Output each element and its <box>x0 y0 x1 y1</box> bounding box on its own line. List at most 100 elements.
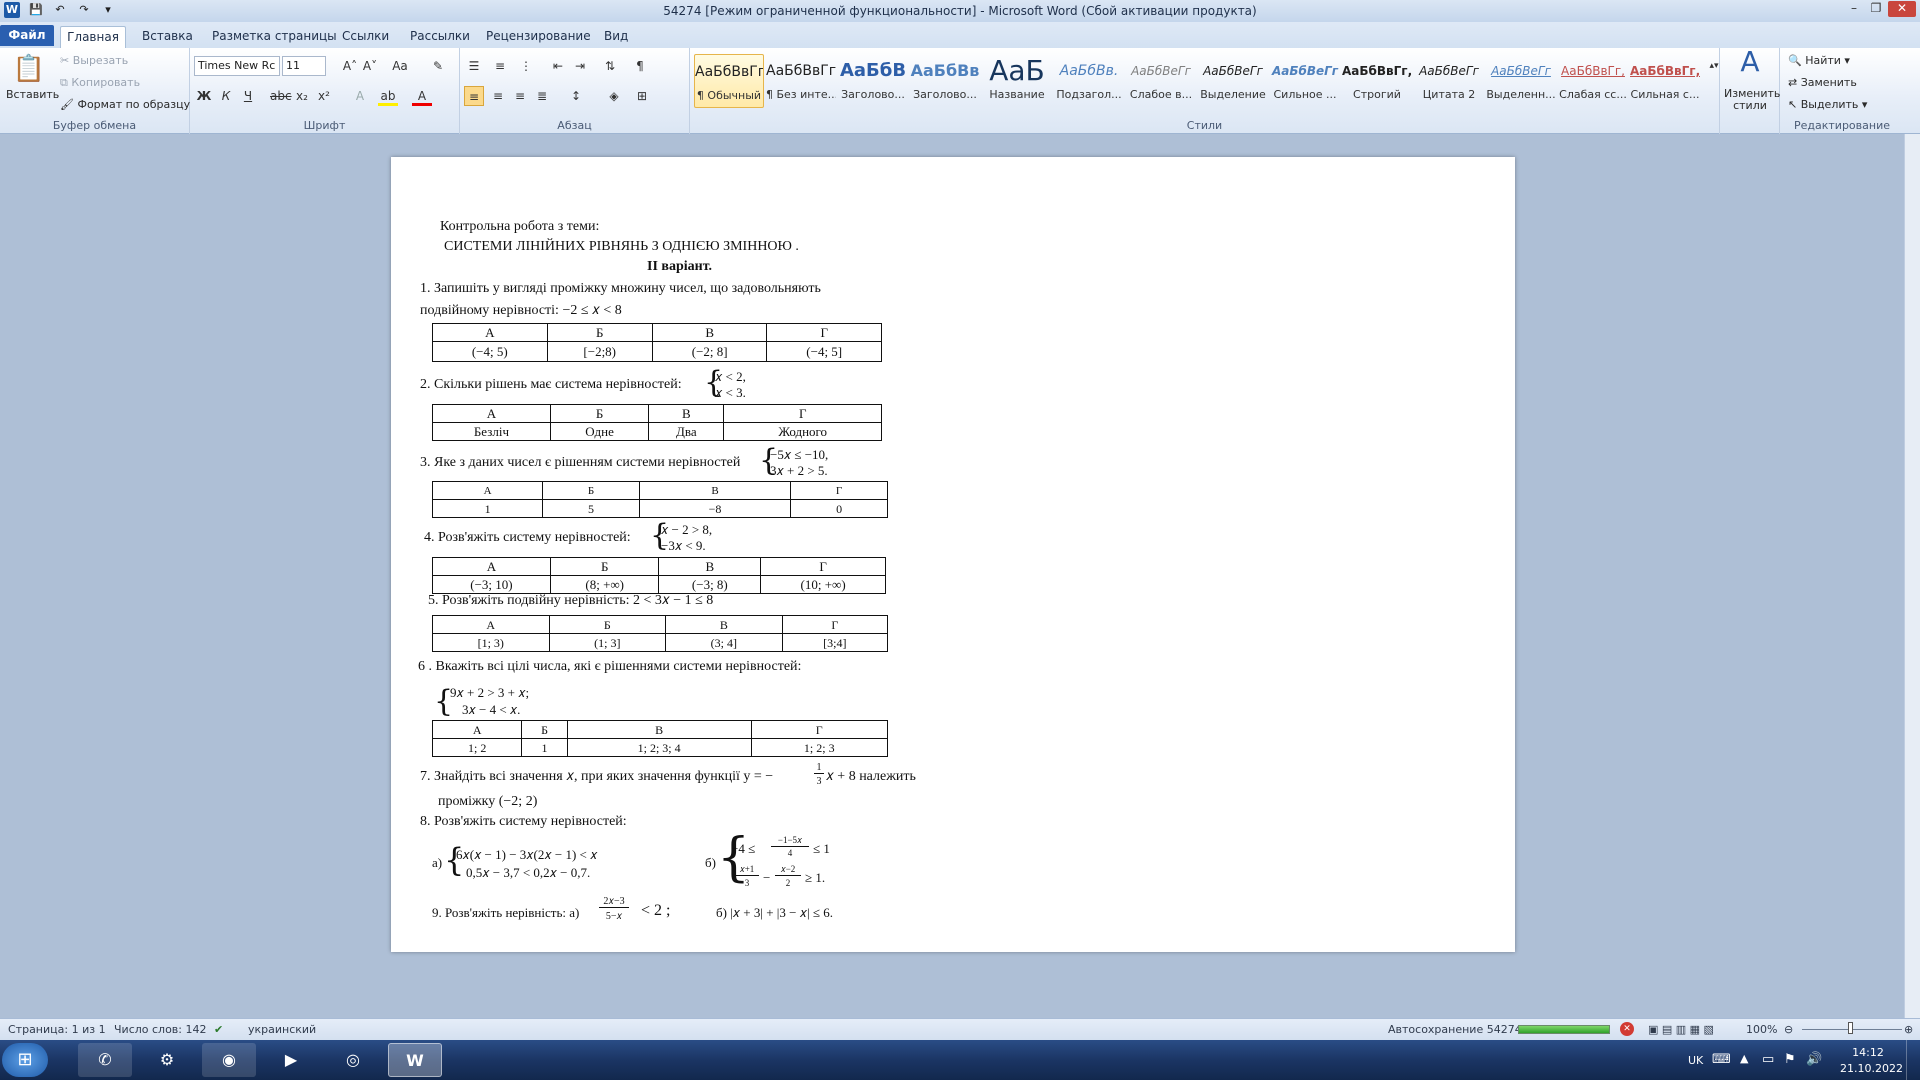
viber-icon[interactable]: ✆ <box>78 1043 132 1077</box>
input-language[interactable]: UK <box>1688 1054 1703 1067</box>
paste-icon[interactable]: 📋 <box>12 52 46 86</box>
word-taskbar-icon[interactable]: W <box>388 1043 442 1077</box>
cancel-autosave-icon[interactable]: ✕ <box>1620 1022 1634 1036</box>
q8b-line-1-post: ≤ 1 <box>813 841 830 856</box>
highlight-icon[interactable]: ab <box>378 86 398 106</box>
superscript-icon[interactable]: x² <box>314 86 334 106</box>
line-spacing-icon[interactable]: ↕ <box>566 86 586 106</box>
tab-page-layout[interactable]: Разметка страницы <box>206 26 343 48</box>
grow-font-icon[interactable]: A˄ <box>340 56 360 76</box>
document-page[interactable]: Контрольна робота з теми: СИСТЕМИ ЛІНІЙН… <box>391 157 1515 952</box>
justify-icon[interactable]: ≣ <box>532 86 552 106</box>
doc-variant: ІІ варіант. <box>647 259 713 274</box>
q8a-label: а) <box>432 855 443 870</box>
zoom-out-icon[interactable]: ⊖ <box>1784 1023 1793 1036</box>
zoom-level[interactable]: 100% <box>1746 1023 1777 1036</box>
style-subtle-reference[interactable]: АаБбВвГг, Слабая сс... <box>1558 54 1628 108</box>
paste-button[interactable]: Вставить <box>6 88 59 101</box>
strikethrough-icon[interactable]: abc <box>270 86 292 106</box>
flag-icon[interactable]: ⚑ <box>1784 1052 1796 1067</box>
minimize-button[interactable]: – <box>1844 1 1864 17</box>
world-of-tanks-icon[interactable]: ⚙ <box>140 1043 194 1077</box>
change-styles-icon[interactable]: A <box>1736 48 1764 84</box>
clock-time[interactable]: 14:12 <box>1840 1046 1896 1059</box>
header-a: А <box>432 615 550 634</box>
show-hidden-icons[interactable]: ▲ <box>1740 1052 1748 1065</box>
style-normal[interactable]: АаБбВвГг, ¶ Обычный <box>694 54 764 108</box>
style-intense-emphasis[interactable]: АаБбВеГг Сильное ... <box>1270 54 1340 108</box>
close-button[interactable]: ✕ <box>1888 1 1916 17</box>
clear-format-icon[interactable]: ✎ <box>428 56 448 76</box>
numbering-icon[interactable]: ≡ <box>490 56 510 76</box>
chrome-app-icon[interactable]: ◉ <box>202 1043 256 1077</box>
align-right-icon[interactable]: ≡ <box>510 86 530 106</box>
tab-file[interactable]: Файл <box>0 25 54 46</box>
style-subtitle[interactable]: АаБбВв. Подзагол... <box>1054 54 1124 108</box>
show-desktop-button[interactable] <box>1906 1040 1920 1080</box>
volume-icon[interactable]: 🔊 <box>1806 1052 1822 1067</box>
font-label: Шрифт <box>303 119 346 132</box>
sort-icon[interactable]: ⇅ <box>600 56 620 76</box>
replace-button[interactable]: ⇄ Заменить <box>1788 76 1857 89</box>
zoom-slider-thumb[interactable] <box>1848 1022 1853 1034</box>
chrome-icon[interactable]: ◎ <box>326 1043 380 1077</box>
font-name-select[interactable]: Times New Rc <box>194 56 280 76</box>
tab-mailings[interactable]: Рассылки <box>404 26 476 48</box>
media-player-icon[interactable]: ▶ <box>264 1043 318 1077</box>
style-heading-1[interactable]: АаБбВ Заголово... <box>838 54 908 108</box>
maximize-button[interactable]: ❐ <box>1866 1 1886 17</box>
italic-icon[interactable]: К <box>216 86 236 106</box>
keyboard-icon[interactable]: ⌨ <box>1712 1052 1731 1067</box>
font-size-select[interactable]: 11 <box>282 56 326 76</box>
zoom-in-icon[interactable]: ⊕ <box>1904 1023 1913 1036</box>
style-emphasis[interactable]: АаБбВеГг Выделение <box>1198 54 1268 108</box>
style-intense-quote[interactable]: АаБбВеГг Выделенн... <box>1486 54 1556 108</box>
tab-view[interactable]: Вид <box>598 26 634 48</box>
style-no-spacing[interactable]: АаБбВвГг, ¶ Без инте... <box>766 54 836 108</box>
style-strong[interactable]: АаБбВвГг, Строгий <box>1342 54 1412 108</box>
tab-insert[interactable]: Вставка <box>136 26 199 48</box>
start-button[interactable]: ⊞ <box>2 1043 48 1077</box>
cut-button[interactable]: ✂ Вырезать <box>60 54 128 67</box>
style-intense-reference[interactable]: АаБбВвГг, Сильная с... <box>1630 54 1700 108</box>
change-case-icon[interactable]: Aa <box>390 56 410 76</box>
clock-date[interactable]: 21.10.2022 <box>1840 1062 1903 1075</box>
increase-indent-icon[interactable]: ⇥ <box>570 56 590 76</box>
font-color-icon[interactable]: A <box>412 86 432 106</box>
underline-icon[interactable]: Ч <box>238 86 258 106</box>
align-center-icon[interactable]: ≡ <box>488 86 508 106</box>
shrink-font-icon[interactable]: A˅ <box>360 56 380 76</box>
shading-icon[interactable]: ◈ <box>604 86 624 106</box>
style-quote-2[interactable]: АаБбВеГг Цитата 2 <box>1414 54 1484 108</box>
language[interactable]: украинский <box>248 1023 316 1036</box>
q4-table: АБВГ (−3; 10) (8; +∞) (−3; 8) (10; +∞) <box>432 557 886 594</box>
select-button[interactable]: ↖ Выделить ▾ <box>1788 98 1867 111</box>
word-count[interactable]: Число слов: 142 <box>114 1023 207 1036</box>
tab-home[interactable]: Главная <box>60 26 126 48</box>
network-icon[interactable]: ▭ <box>1762 1052 1774 1067</box>
style-heading-2[interactable]: АаБбВв Заголово... <box>910 54 980 108</box>
style-title[interactable]: АаБ Название <box>982 54 1052 108</box>
style-preview: АаБбВеГг <box>1131 64 1191 78</box>
page-count[interactable]: Страница: 1 из 1 <box>8 1023 106 1036</box>
view-buttons[interactable]: ▣ ▤ ▥ ▦ ▧ <box>1648 1023 1714 1036</box>
bullets-icon[interactable]: ☰ <box>464 56 484 76</box>
vertical-scrollbar[interactable] <box>1904 134 1920 1018</box>
subscript-icon[interactable]: x₂ <box>292 86 312 106</box>
borders-icon[interactable]: ⊞ <box>632 86 652 106</box>
find-button[interactable]: 🔍 Найти ▾ <box>1788 54 1850 67</box>
bold-icon[interactable]: Ж <box>194 86 214 106</box>
change-styles-button[interactable]: Изменить стили <box>1724 88 1780 112</box>
decrease-indent-icon[interactable]: ⇤ <box>548 56 568 76</box>
proofing-icon[interactable]: ✔ <box>214 1023 223 1036</box>
tab-references[interactable]: Ссылки <box>336 26 395 48</box>
multilevel-list-icon[interactable]: ⋮ <box>516 56 536 76</box>
format-painter-button[interactable]: 🖌 Формат по образцу <box>60 98 190 111</box>
q7-frac-num: 1 <box>814 762 824 774</box>
align-left-icon[interactable]: ≡ <box>464 86 484 106</box>
tab-review[interactable]: Рецензирование <box>480 26 597 48</box>
style-subtle-emphasis[interactable]: АаБбВеГг Слабое в... <box>1126 54 1196 108</box>
copy-button[interactable]: ⧉ Копировать <box>60 76 140 90</box>
text-effects-icon[interactable]: A <box>350 86 370 106</box>
show-marks-icon[interactable]: ¶ <box>630 56 650 76</box>
